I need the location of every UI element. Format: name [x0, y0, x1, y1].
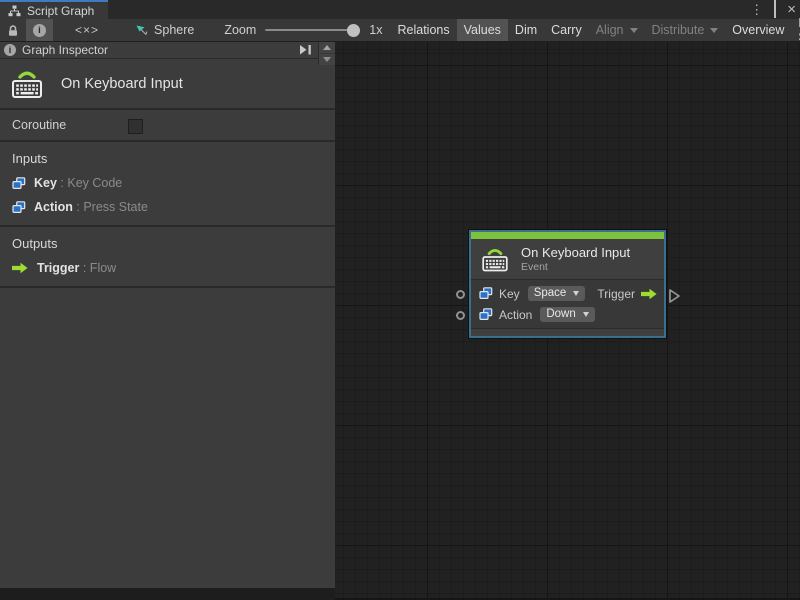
inputs-heading: Inputs	[12, 151, 48, 166]
coroutine-checkbox[interactable]	[128, 119, 143, 134]
action-dropdown[interactable]: Down	[540, 307, 595, 322]
zoom-slider-handle[interactable]	[347, 23, 361, 37]
graph-canvas[interactable]: On Keyboard Input Event Key Space Trigge…	[335, 42, 800, 598]
info-icon: i	[4, 44, 16, 56]
flow-arrow-icon	[641, 288, 657, 299]
values-button[interactable]: Values	[456, 19, 508, 41]
arrow-down-icon	[323, 57, 331, 62]
keyboard-event-icon	[11, 71, 43, 99]
zoom-control: Zoom 1x	[204, 19, 390, 41]
event-node-color-bar	[471, 232, 664, 239]
code-icon: <×>	[75, 23, 100, 37]
graph-inspector-title: Graph Inspector	[22, 43, 109, 57]
chevron-down-icon	[629, 27, 638, 33]
coroutine-row: Coroutine	[0, 110, 335, 142]
graph-toolbar: i <×> Sphere Zoom 1x Relations Values Di…	[0, 16, 800, 44]
inspected-unit-header: On Keyboard Input	[0, 59, 335, 110]
key-input-port[interactable]	[456, 290, 465, 299]
dock-panel-icon[interactable]	[299, 44, 312, 56]
inspected-unit-title: On Keyboard Input	[61, 75, 183, 92]
maximize-icon[interactable]	[774, 0, 777, 18]
arrow-up-icon	[323, 45, 331, 50]
action-input-port[interactable]	[456, 311, 465, 320]
value-port-icon	[12, 200, 26, 213]
node-header: On Keyboard Input Event	[471, 239, 664, 280]
coroutine-label: Coroutine	[12, 118, 67, 132]
output-port-row: Trigger : Flow	[12, 261, 335, 275]
trigger-port-label: Trigger	[597, 286, 635, 301]
graph-inspector-panel: i Graph Inspector On Keyboard Input Coro…	[0, 42, 335, 588]
zoom-slider[interactable]	[265, 23, 361, 37]
carry-button[interactable]: Carry	[544, 19, 589, 41]
action-port-label: Action	[499, 307, 533, 322]
fullscreen-button[interactable]: Full Screen	[791, 16, 800, 44]
hierarchy-graph-icon	[8, 5, 21, 16]
input-port-row: Action : Press State	[12, 200, 335, 214]
window-menu-icon[interactable]: ⋮	[750, 3, 763, 16]
distribute-button[interactable]: Distribute	[645, 19, 726, 41]
chevron-down-icon	[710, 27, 719, 33]
node-subtitle: Event	[521, 261, 548, 274]
main-area: i Graph Inspector On Keyboard Input Coro…	[0, 42, 800, 600]
code-view-button[interactable]: <×>	[53, 19, 121, 41]
graph-pointer-icon	[136, 25, 148, 35]
node-body: Key Space Trigger Action Down	[471, 280, 664, 328]
lock-button[interactable]	[0, 19, 26, 41]
chevron-down-icon	[573, 290, 580, 296]
value-port-icon	[479, 308, 493, 320]
zoom-label: Zoom	[224, 23, 257, 37]
tab-label: Script Graph	[27, 3, 95, 18]
graph-inspector-header: i Graph Inspector	[0, 42, 335, 65]
overview-button[interactable]: Overview	[725, 19, 791, 41]
value-port-icon	[479, 287, 493, 299]
info-icon: i	[33, 23, 46, 37]
keyboard-event-icon	[481, 248, 509, 272]
outputs-section: Outputs Trigger : Flow	[0, 227, 335, 288]
inspector-toggle-button[interactable]: i	[26, 19, 53, 41]
outputs-heading: Outputs	[12, 236, 58, 251]
chevron-down-icon	[582, 311, 589, 317]
node-port-row-key: Key Space Trigger	[479, 283, 658, 304]
pager-down-button[interactable]	[319, 54, 335, 65]
input-port-row: Key : Key Code	[12, 176, 335, 190]
inspector-bottom-filler	[0, 588, 335, 600]
align-button[interactable]: Align	[589, 19, 645, 41]
node-port-row-action: Action Down	[479, 304, 658, 325]
inspector-pager	[318, 42, 335, 65]
key-port-label: Key	[499, 286, 520, 301]
relations-button[interactable]: Relations	[391, 19, 457, 41]
graph-owner-label: Sphere	[154, 23, 195, 37]
lock-icon	[9, 24, 17, 36]
window-controls: ⋮ ×	[750, 0, 796, 19]
on-keyboard-input-node[interactable]: On Keyboard Input Event Key Space Trigge…	[456, 230, 680, 338]
script-graph-window: Script Graph ⋮ × i <×> Sphere Zoom 1x Re…	[0, 0, 800, 600]
key-dropdown[interactable]: Space	[527, 286, 586, 301]
graph-owner-button[interactable]: Sphere	[121, 19, 204, 41]
trigger-output-port[interactable]	[668, 288, 681, 304]
pager-up-button[interactable]	[319, 42, 335, 53]
value-port-icon	[12, 176, 26, 189]
flow-arrow-icon	[12, 262, 28, 274]
tab-bar: Script Graph ⋮ ×	[0, 0, 800, 19]
close-icon[interactable]: ×	[787, 2, 796, 17]
zoom-value: 1x	[369, 23, 383, 37]
inputs-section: Inputs Key : Key Code Action : Press Sta…	[0, 142, 335, 227]
dim-button[interactable]: Dim	[508, 19, 544, 41]
node-footer	[471, 328, 664, 336]
tab-script-graph[interactable]: Script Graph	[0, 0, 109, 19]
node-title: On Keyboard Input	[521, 244, 631, 260]
